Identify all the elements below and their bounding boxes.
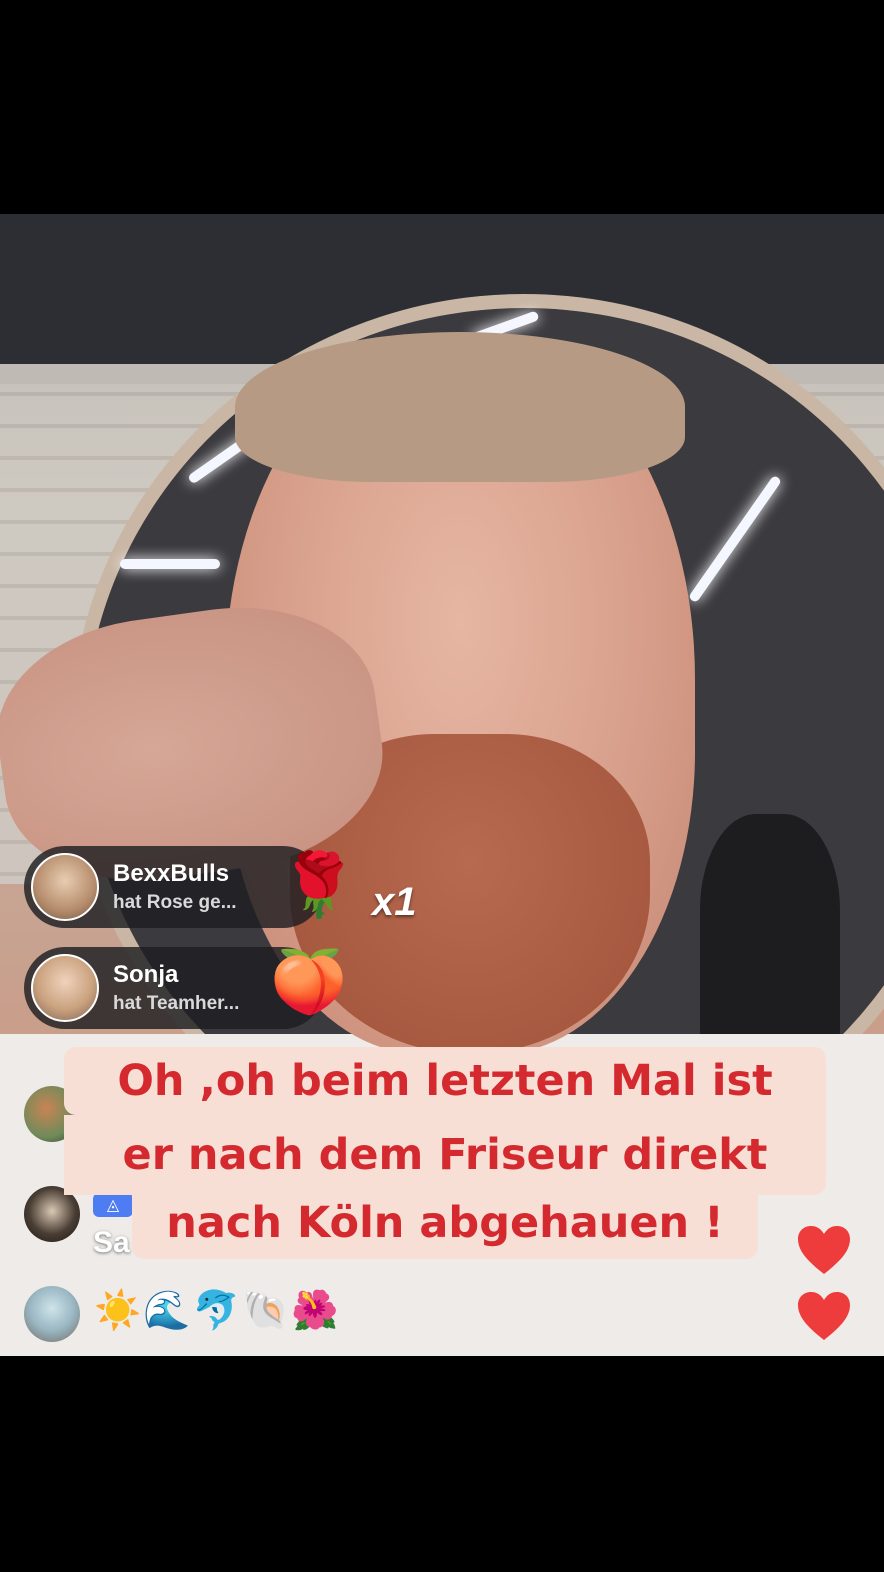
caption-line: Oh ,oh beim letzten Mal ist (64, 1047, 826, 1115)
level-badge-icon: ◬ (93, 1193, 133, 1217)
caption-line: er nach dem Friseur direkt (64, 1115, 826, 1195)
peach-character-icon: 🍑 (270, 945, 348, 1018)
gift-sender-name: Sonja (113, 961, 179, 988)
chat-username: Sa (93, 1226, 130, 1259)
avatar[interactable] (31, 853, 99, 921)
gift-notification[interactable]: BexxBulls hat Rose ge... 🌹 (24, 846, 357, 928)
chat-emoji-message: ☀️🌊🐬🐚🌺 (94, 1288, 341, 1332)
gift-description: hat Rose ge... (113, 892, 237, 913)
caption-line: nach Köln abgehauen ! (132, 1195, 758, 1259)
gift-notification[interactable]: Sonja hat Teamher... 🍑 (24, 947, 347, 1029)
gift-sender-name: BexxBulls (113, 860, 230, 887)
gift-combo-count: x1 (372, 880, 417, 924)
background-person (700, 814, 840, 1054)
gift-description: hat Teamher... (113, 993, 240, 1014)
heart-icon (796, 1290, 852, 1342)
heart-icon (796, 1224, 852, 1276)
rose-icon: 🌹 (280, 848, 358, 921)
avatar[interactable] (31, 954, 99, 1022)
streamer-hair (235, 332, 685, 482)
ceiling-light (120, 559, 220, 569)
chat-avatar[interactable] (24, 1286, 80, 1342)
